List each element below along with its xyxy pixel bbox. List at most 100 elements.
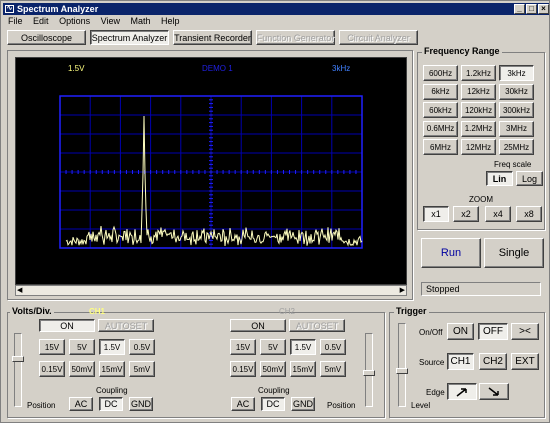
freq-option-600hz[interactable]: 600Hz xyxy=(423,65,458,81)
ch2-on-button[interactable]: ON xyxy=(230,319,286,332)
source-ext-button[interactable]: EXT xyxy=(511,353,539,370)
close-icon[interactable]: × xyxy=(538,4,549,14)
demo-label: DEMO 1 xyxy=(202,64,233,73)
single-button[interactable]: Single xyxy=(484,238,544,268)
maximize-icon[interactable]: □ xyxy=(526,4,537,14)
ch2-ac-button[interactable]: AC xyxy=(231,397,255,411)
zoom-x4-button[interactable]: x4 xyxy=(485,206,511,222)
source-ch1-button[interactable]: CH1 xyxy=(447,353,474,370)
tab-spectrum-analyzer[interactable]: Spectrum Analyzer xyxy=(90,30,169,45)
ch1-autoset-button[interactable]: AUTOSET xyxy=(98,319,154,332)
trigger-off-button[interactable]: OFF xyxy=(478,323,508,340)
trigger-edge-label: Edge xyxy=(426,388,445,397)
ch2-volts-0-5v[interactable]: 0.5V xyxy=(320,339,346,355)
ch1-volts-5mv[interactable]: 5mV xyxy=(129,361,155,377)
ch1-volts-0-15v[interactable]: 0.15V xyxy=(39,361,65,377)
ch2-slider-thumb[interactable] xyxy=(363,370,375,376)
ch2-volts-15v[interactable]: 15V xyxy=(230,339,256,355)
menu-file[interactable]: File xyxy=(8,16,23,26)
zoom-label: ZOOM xyxy=(469,195,493,204)
log-button[interactable]: Log xyxy=(516,171,543,186)
frequency-range-title: Frequency Range xyxy=(422,46,502,56)
trigger-split-button[interactable]: >< xyxy=(511,323,539,340)
ch2-volts-15mv[interactable]: 15mV xyxy=(290,361,316,377)
ch1-volts-15mv[interactable]: 15mV xyxy=(99,361,125,377)
scroll-left-icon[interactable]: ◀ xyxy=(17,286,22,295)
freq-option-3khz[interactable]: 3kHz xyxy=(499,65,534,81)
ch2-volts-5v[interactable]: 5V xyxy=(260,339,286,355)
menu-bar: File Edit Options View Math Help xyxy=(3,15,183,27)
zoom-x8-button[interactable]: x8 xyxy=(516,206,542,222)
app-icon: ∿ xyxy=(5,5,14,13)
freq-option-1-2mhz[interactable]: 1.2MHz xyxy=(461,120,496,137)
ch1-volts-50mv[interactable]: 50mV xyxy=(69,361,95,377)
freq-option-6mhz[interactable]: 6MHz xyxy=(423,139,458,155)
trigger-onoff-label: On/Off xyxy=(419,328,443,337)
tab-oscilloscope[interactable]: Oscilloscope xyxy=(7,30,86,45)
trigger-on-button[interactable]: ON xyxy=(447,323,474,340)
spectrum-plot: 1.5V DEMO 1 3kHz xyxy=(59,64,363,249)
menu-edit[interactable]: Edit xyxy=(33,16,49,26)
freq-option-30khz[interactable]: 30kHz xyxy=(499,83,534,100)
freq-option-1-2khz[interactable]: 1.2kHz xyxy=(461,65,496,81)
scroll-right-icon[interactable]: ▶ xyxy=(400,286,405,295)
ch2-volts-5mv[interactable]: 5mV xyxy=(320,361,346,377)
ch1-on-button[interactable]: ON xyxy=(39,319,95,332)
ch1-ac-button[interactable]: AC xyxy=(69,397,93,411)
source-ch2-button[interactable]: CH2 xyxy=(479,353,507,370)
status-field: Stopped xyxy=(421,282,541,296)
minimize-icon[interactable]: _ xyxy=(514,4,525,14)
trigger-level-slider[interactable] xyxy=(396,323,408,407)
volts-readout: 1.5V xyxy=(68,64,85,73)
zoom-x2-button[interactable]: x2 xyxy=(453,206,479,222)
ch1-gnd-button[interactable]: GND xyxy=(129,397,153,411)
freq-option-12mhz[interactable]: 12MHz xyxy=(461,139,496,155)
tab-function-generator[interactable]: Function Generator xyxy=(256,30,335,45)
ch2-volts-1-5v[interactable]: 1.5V xyxy=(290,339,316,355)
ch1-volts-1-5v[interactable]: 1.5V xyxy=(99,339,125,355)
menu-help[interactable]: Help xyxy=(161,16,180,26)
trigger-slider-thumb[interactable] xyxy=(396,368,408,374)
ch2-coupling-label: Coupling xyxy=(258,386,290,395)
ch2-volts-0-15v[interactable]: 0.15V xyxy=(230,361,256,377)
menu-math[interactable]: Math xyxy=(130,16,150,26)
falling-edge-button[interactable] xyxy=(479,383,509,400)
zoom-x1-button[interactable]: x1 xyxy=(423,206,449,222)
trigger-level-label: Level xyxy=(411,401,431,410)
display-scrollbar[interactable]: ◀ ▶ xyxy=(15,285,407,296)
rising-edge-button[interactable] xyxy=(447,383,477,400)
ch1-slider-thumb[interactable] xyxy=(12,356,24,362)
tab-circuit-analyzer[interactable]: Circuit Analyzer xyxy=(339,30,418,45)
freq-scale-label: Freq scale xyxy=(494,160,532,169)
ch2-dc-button[interactable]: DC xyxy=(261,397,285,411)
freq-option-0-6mhz[interactable]: 0.6MHz xyxy=(423,120,458,137)
ch2-label: CH2 xyxy=(279,307,296,316)
menu-options[interactable]: Options xyxy=(59,16,90,26)
freq-option-6khz[interactable]: 6kHz xyxy=(423,83,458,100)
ch1-position-label: Position xyxy=(27,401,56,410)
ch2-volts-50mv[interactable]: 50mV xyxy=(260,361,286,377)
ch2-position-slider[interactable] xyxy=(363,333,375,407)
freq-option-120khz[interactable]: 120kHz xyxy=(461,102,496,118)
ch1-volts-5v[interactable]: 5V xyxy=(69,339,95,355)
freq-option-25mhz[interactable]: 25MHz xyxy=(499,139,534,155)
volts-div-title: Volts/Div. xyxy=(10,306,54,316)
ch1-volts-15v[interactable]: 15V xyxy=(39,339,65,355)
ch1-dc-button[interactable]: DC xyxy=(99,397,123,411)
freq-option-60khz[interactable]: 60kHz xyxy=(423,102,458,118)
ch2-gnd-button[interactable]: GND xyxy=(291,397,315,411)
trigger-title: Trigger xyxy=(394,306,429,316)
ch1-position-slider[interactable] xyxy=(12,333,24,407)
trigger-source-label: Source xyxy=(419,358,445,367)
lin-button[interactable]: Lin xyxy=(486,171,513,186)
freq-option-3mhz[interactable]: 3MHz xyxy=(499,120,534,137)
tab-transient-recorder[interactable]: Transient Recorder xyxy=(173,30,252,45)
freq-option-12khz[interactable]: 12kHz xyxy=(461,83,496,100)
ch1-volts-0-5v[interactable]: 0.5V xyxy=(129,339,155,355)
menu-view[interactable]: View xyxy=(101,16,120,26)
ch1-label: CH1 xyxy=(89,307,106,316)
run-button[interactable]: Run xyxy=(421,238,481,268)
freq-option-300khz[interactable]: 300kHz xyxy=(499,102,534,118)
ch1-coupling-label: Coupling xyxy=(96,386,128,395)
ch2-autoset-button[interactable]: AUTOSET xyxy=(289,319,345,332)
